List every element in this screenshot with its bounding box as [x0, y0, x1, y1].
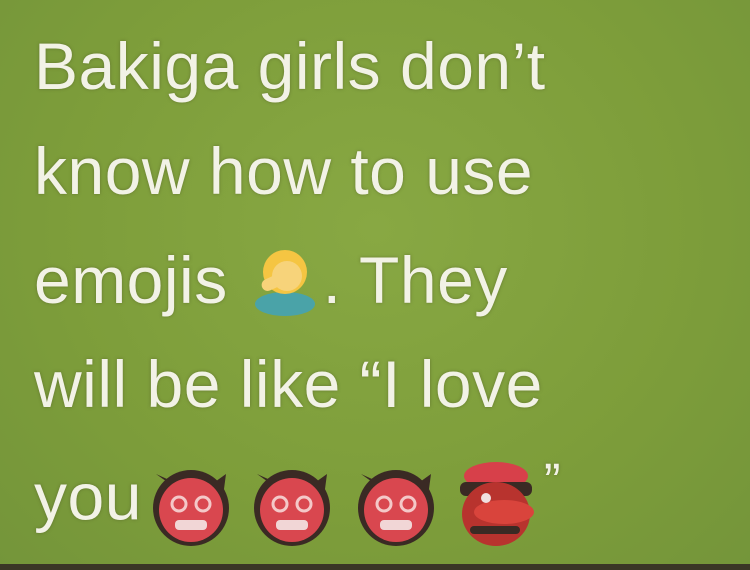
- ogre-icon: [253, 470, 330, 546]
- text-line-3: emojis . They: [34, 240, 508, 331]
- ogre-icon: [152, 470, 229, 546]
- text-line-4: will be like “I love: [34, 347, 543, 421]
- bottom-edge: [0, 564, 750, 570]
- goblin-icon: [459, 462, 534, 546]
- woman-facepalming-icon: [247, 240, 323, 331]
- text-closing-quote: ”: [543, 453, 562, 509]
- text-you: you: [34, 459, 142, 534]
- text-emojis: emojis: [34, 242, 228, 317]
- text-line-1: Bakiga girls don’t: [34, 29, 546, 103]
- text-they: . They: [322, 242, 508, 317]
- text-line-5: you ”: [34, 452, 561, 552]
- ogre-icon: [357, 470, 434, 546]
- text-line-2: know how to use: [34, 134, 534, 208]
